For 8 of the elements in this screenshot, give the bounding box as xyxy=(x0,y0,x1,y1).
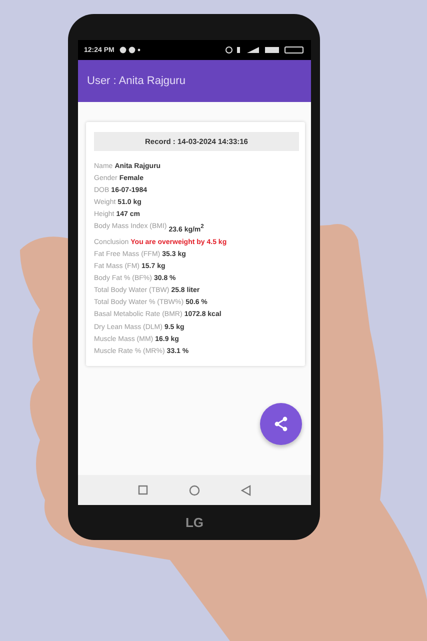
brand-logo: LG xyxy=(185,515,204,530)
share-button[interactable] xyxy=(260,403,302,445)
share-icon xyxy=(273,416,289,432)
recents-icon[interactable] xyxy=(138,485,148,495)
app-bar-title: User : Anita Rajguru xyxy=(87,75,186,87)
status-icons xyxy=(119,46,142,54)
back-icon[interactable] xyxy=(240,484,251,496)
home-icon[interactable] xyxy=(188,484,200,496)
